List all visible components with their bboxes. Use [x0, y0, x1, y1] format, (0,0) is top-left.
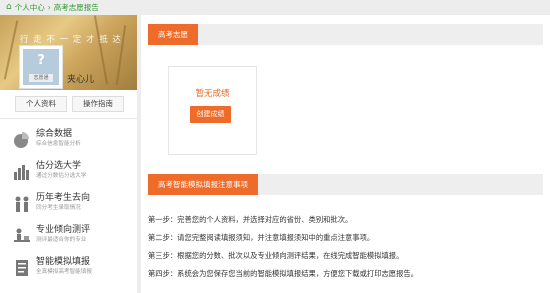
divider	[0, 118, 137, 119]
guide-button[interactable]: 操作指南	[72, 96, 124, 112]
person-desk-icon	[14, 228, 30, 242]
sidebar-item-sublabel: 全真模拟高考智能填报	[36, 269, 92, 275]
question-mark-icon: ?	[37, 53, 45, 68]
document-icon	[16, 260, 28, 276]
sidebar: 行 走 不 一 定 才 抵 达 ? 志愿通 夹心儿 个人资料 操作指南 综合数据…	[0, 15, 137, 293]
score-card: 暂无成绩 创建成绩	[168, 66, 257, 155]
section-header: 高考智能模拟填报注意事项	[148, 174, 543, 195]
username: 夹心儿	[67, 75, 95, 85]
sidebar-item-sublabel: 通过分数估分选大学	[36, 173, 87, 179]
sidebar-item-major-test[interactable]: 专业倾向测评 测评最适合你的专业	[13, 225, 133, 249]
breadcrumb: ⌂ 个人中心 › 高考志愿报告	[6, 2, 99, 13]
section-title: 高考志愿	[148, 24, 198, 45]
sidebar-item-sublabel: 综合信息智能分析	[36, 141, 81, 147]
sidebar-item-estimate[interactable]: 估分选大学 通过分数估分选大学	[13, 161, 133, 185]
main-content: 高考志愿 暂无成绩 创建成绩 高考智能模拟填报注意事项 第一步：完善您的个人资料…	[141, 15, 550, 293]
sidebar-item-label: 历年考生去向	[36, 193, 91, 203]
step-item: 第二步：请您完整阅读填报须知，并注意填报须知中的重点注意事项。	[148, 233, 375, 242]
bar-chart-icon	[14, 165, 29, 180]
volunteer-panel: 高考志愿 暂无成绩 创建成绩	[148, 24, 543, 162]
step-item: 第四步：系统会为您保存您当前的智能模拟填报结果，方便您下载或打印志愿报告。	[148, 269, 418, 278]
sidebar-item-label: 专业倾向测评	[36, 225, 91, 235]
home-icon[interactable]: ⌂	[6, 3, 12, 12]
profile-button[interactable]: 个人资料	[15, 96, 67, 112]
empty-score-text: 暂无成绩	[195, 89, 230, 99]
sidebar-item-sublabel: 测评最适合你的专业	[36, 237, 87, 243]
breadcrumb-home[interactable]: 个人中心	[15, 2, 45, 13]
avatar[interactable]: ? 志愿通	[19, 45, 63, 89]
banner-slogan: 行 走 不 一 定 才 抵 达	[20, 35, 122, 45]
wheat-stalk	[93, 15, 109, 85]
sidebar-item-history[interactable]: 历年考生去向 同分考生录取情况	[13, 193, 133, 217]
section-header: 高考志愿	[148, 24, 543, 45]
avatar-placeholder: ? 志愿通	[23, 49, 59, 85]
sidebar-item-label: 综合数据	[36, 129, 73, 139]
sidebar-item-label: 估分选大学	[36, 161, 82, 171]
people-icon	[15, 196, 29, 212]
wheat-stalk	[3, 20, 19, 80]
pie-chart-icon	[14, 132, 29, 148]
breadcrumb-current: 高考志愿报告	[53, 3, 99, 12]
sidebar-item-simulate[interactable]: 智能模拟填报 全真模拟高考智能填报	[13, 257, 133, 281]
create-score-button[interactable]: 创建成绩	[190, 106, 231, 123]
step-item: 第一步：完善您的个人资料，并选择对应的省份、类别和批次。	[148, 215, 353, 224]
sidebar-item-label: 智能模拟填报	[36, 257, 91, 267]
avatar-tag: 志愿通	[29, 74, 53, 82]
section-title: 高考智能模拟填报注意事项	[148, 174, 258, 195]
breadcrumb-separator: ›	[47, 3, 51, 12]
notice-panel: 高考智能模拟填报注意事项 第一步：完善您的个人资料，并选择对应的省份、类别和批次…	[148, 174, 543, 292]
step-item: 第三步：根据您的分数、批次以及专业倾向测评结果，在线完成智能模拟填报。	[148, 251, 404, 260]
steps-list: 第一步：完善您的个人资料，并选择对应的省份、类别和批次。 第二步：请您完整阅读填…	[148, 211, 418, 283]
sidebar-item-data[interactable]: 综合数据 综合信息智能分析	[13, 129, 133, 153]
sidebar-item-sublabel: 同分考生录取情况	[36, 205, 81, 211]
